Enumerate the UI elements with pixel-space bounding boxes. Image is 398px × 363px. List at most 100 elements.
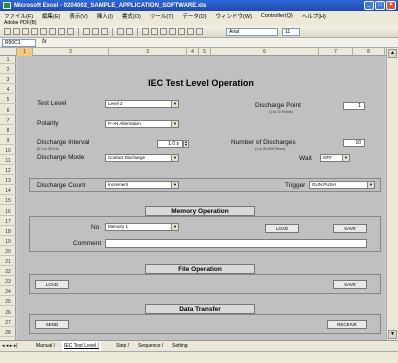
discharge-mode-dropdown[interactable]: Contact Discharge ▼ xyxy=(105,154,179,162)
row-header[interactable]: 8 xyxy=(0,127,16,135)
column-header[interactable]: 8 xyxy=(353,48,385,56)
polarity-dropdown[interactable]: P->N Alternation ▼ xyxy=(105,120,179,128)
menu-item[interactable]: Controller(Q) xyxy=(261,13,293,19)
save-icon[interactable] xyxy=(22,28,29,35)
email-icon[interactable] xyxy=(40,28,47,35)
column-header[interactable]: 1 xyxy=(17,48,33,56)
menu-item[interactable]: ツール(T) xyxy=(150,12,174,20)
row-header[interactable]: 9 xyxy=(0,137,16,145)
menu-item[interactable]: データ(D) xyxy=(182,12,206,20)
comment-input[interactable] xyxy=(105,239,367,248)
row-header[interactable]: 20 xyxy=(0,248,16,256)
font-name-box[interactable]: Arial xyxy=(226,28,278,36)
discharge-interval-input[interactable]: 1.0 s xyxy=(157,140,183,148)
copy-icon[interactable] xyxy=(92,28,99,35)
memory-save-button[interactable]: SAVE xyxy=(333,224,367,233)
sheet-tab[interactable]: Step / xyxy=(114,341,131,351)
row-header[interactable]: 2 xyxy=(0,66,16,75)
memory-load-button[interactable]: LOAD xyxy=(265,224,299,233)
scroll-down-icon[interactable]: ▼ xyxy=(388,330,397,339)
send-button[interactable]: SEND xyxy=(35,320,69,329)
row-header[interactable]: 3 xyxy=(0,76,16,85)
open-icon[interactable] xyxy=(13,28,20,35)
row-header[interactable]: 1 xyxy=(0,56,16,64)
column-header[interactable]: 6 xyxy=(211,48,319,56)
number-of-discharges-input[interactable]: 10 xyxy=(343,139,365,147)
receive-button[interactable]: RECEIVE xyxy=(327,320,367,329)
row-header[interactable]: 28 xyxy=(0,329,16,337)
row-header[interactable]: 5 xyxy=(0,96,16,105)
cut-icon[interactable] xyxy=(83,28,90,35)
column-header[interactable]: 2 xyxy=(33,48,109,56)
vertical-scrollbar[interactable]: ▲ ▼ xyxy=(386,48,398,340)
column-header[interactable]: 5 xyxy=(199,48,211,56)
row-header[interactable]: 4 xyxy=(0,86,16,95)
row-header[interactable]: 16 xyxy=(0,208,16,216)
row-header[interactable]: 14 xyxy=(0,187,16,196)
sheet-tab[interactable]: Setting xyxy=(170,341,190,351)
maximize-button[interactable]: □ xyxy=(375,1,385,10)
row-header[interactable]: 13 xyxy=(0,177,16,186)
spell-icon[interactable] xyxy=(67,28,74,35)
column-header[interactable]: 7 xyxy=(319,48,353,56)
hyperlink-icon[interactable] xyxy=(142,28,149,35)
menu-item[interactable]: 編集(E) xyxy=(42,12,60,20)
scroll-up-icon[interactable]: ▲ xyxy=(388,49,397,58)
row-header[interactable]: 21 xyxy=(0,258,16,266)
sheet-tab[interactable]: Sequence / xyxy=(136,341,165,351)
interval-spinner[interactable]: ▲ ▼ xyxy=(183,140,189,148)
column-header[interactable]: 3 xyxy=(109,48,187,56)
trigger-dropdown[interactable]: GUN PUSH ▼ xyxy=(309,181,375,189)
sort-asc-icon[interactable] xyxy=(160,28,167,35)
print-icon[interactable] xyxy=(49,28,56,35)
name-box[interactable]: R50C1 xyxy=(2,39,36,47)
file-load-button[interactable]: LOAD xyxy=(35,280,69,289)
row-header[interactable]: 7 xyxy=(0,117,16,125)
new-icon[interactable] xyxy=(4,28,11,35)
sort-desc-icon[interactable] xyxy=(169,28,176,35)
row-header[interactable]: 18 xyxy=(0,228,16,236)
autosum-icon[interactable] xyxy=(151,28,158,35)
zoom-icon[interactable] xyxy=(196,28,203,35)
row-header[interactable]: 24 xyxy=(0,288,16,297)
redo-icon[interactable] xyxy=(126,28,133,35)
paste-icon[interactable] xyxy=(101,28,108,35)
row-header[interactable]: 15 xyxy=(0,197,16,206)
row-header[interactable]: 6 xyxy=(0,107,16,115)
row-header[interactable]: 12 xyxy=(0,167,16,176)
permission-icon[interactable] xyxy=(31,28,38,35)
menu-item[interactable]: ファイル(F) xyxy=(4,12,33,20)
row-header[interactable]: 23 xyxy=(0,278,16,287)
sheet-tab[interactable]: Manual / xyxy=(34,341,57,351)
row-header[interactable]: 25 xyxy=(0,298,16,307)
memory-no-dropdown[interactable]: Memory 1 ▼ xyxy=(105,223,179,231)
menu-item[interactable]: 書式(O) xyxy=(122,12,141,20)
row-header[interactable]: 10 xyxy=(0,147,16,155)
row-header[interactable]: 19 xyxy=(0,238,16,246)
discharge-count-dropdown[interactable]: Increment ▼ xyxy=(105,181,179,189)
test-level-dropdown[interactable]: Level 2 ▼ xyxy=(105,100,179,108)
menu-item[interactable]: 挿入(I) xyxy=(97,12,113,20)
font-size-box[interactable]: 11 xyxy=(282,28,300,36)
row-header[interactable]: 26 xyxy=(0,309,16,317)
sheet-tab[interactable]: IEC Test Level / xyxy=(62,341,101,351)
preview-icon[interactable] xyxy=(58,28,65,35)
menu-item[interactable]: ヘルプ(H) xyxy=(302,12,326,20)
chart-icon[interactable] xyxy=(178,28,185,35)
row-header[interactable]: 27 xyxy=(0,319,16,327)
file-save-button[interactable]: SAVE xyxy=(333,280,367,289)
row-header[interactable]: 17 xyxy=(0,218,16,226)
column-header[interactable]: 4 xyxy=(187,48,199,56)
tab-navigation-arrows[interactable]: ◂ ◂ ▸ ▸| xyxy=(2,341,18,351)
wait-dropdown[interactable]: OFF ▼ xyxy=(320,154,350,162)
discharge-point-input[interactable]: 1 xyxy=(343,102,365,110)
menu-item[interactable]: ウィンドウ(W) xyxy=(216,12,252,20)
undo-icon[interactable] xyxy=(117,28,124,35)
close-button[interactable]: × xyxy=(386,1,396,10)
drawing-icon[interactable] xyxy=(187,28,194,35)
minimize-button[interactable]: _ xyxy=(364,1,374,10)
row-header[interactable]: 22 xyxy=(0,268,16,277)
select-all-corner[interactable] xyxy=(0,48,17,56)
row-header[interactable]: 11 xyxy=(0,157,16,165)
menu-item[interactable]: 表示(V) xyxy=(69,12,87,20)
